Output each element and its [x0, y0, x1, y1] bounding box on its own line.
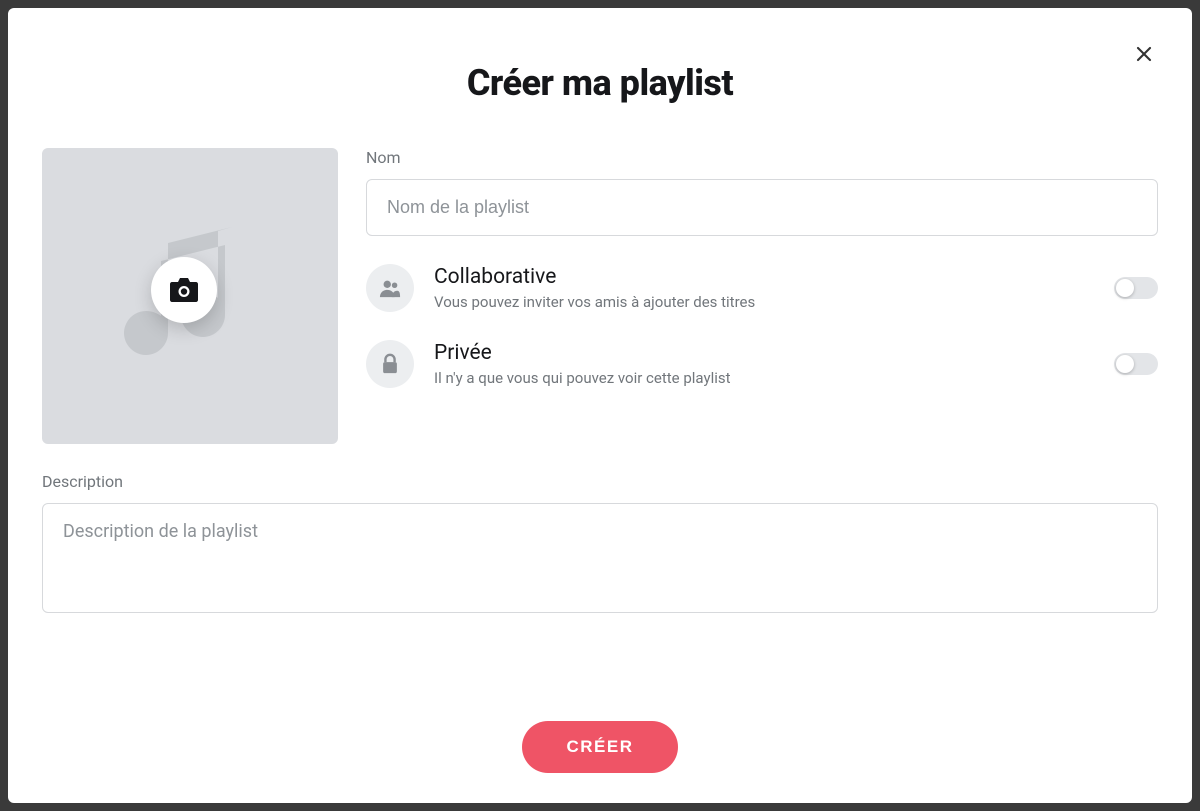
close-icon	[1135, 45, 1153, 63]
private-toggle[interactable]	[1114, 353, 1158, 375]
create-button[interactable]: CRÉER	[522, 721, 677, 773]
private-description: Il n'y a que vous qui pouvez voir cette …	[434, 369, 1114, 387]
private-text: Privée Il n'y a que vous qui pouvez voir…	[434, 341, 1114, 387]
collaborative-text: Collaborative Vous pouvez inviter vos am…	[434, 265, 1114, 311]
cover-upload-area[interactable]	[42, 148, 338, 444]
collaborative-toggle[interactable]	[1114, 277, 1158, 299]
private-title: Privée	[434, 341, 1114, 365]
collaborative-option: Collaborative Vous pouvez inviter vos am…	[366, 264, 1158, 312]
modal-title: Créer ma playlist	[42, 62, 1158, 104]
toggle-knob	[1116, 279, 1134, 297]
people-icon	[366, 264, 414, 312]
name-label: Nom	[366, 148, 1158, 167]
private-option: Privée Il n'y a que vous qui pouvez voir…	[366, 340, 1158, 388]
description-section: Description	[42, 472, 1158, 617]
form-right-column: Nom Collaborative Vous pouvez inviter vo…	[366, 148, 1158, 444]
camera-icon	[170, 278, 198, 302]
toggle-knob	[1116, 355, 1134, 373]
description-label: Description	[42, 472, 1158, 491]
close-button[interactable]	[1130, 40, 1158, 68]
create-playlist-modal: Créer ma playlist Nom	[8, 8, 1192, 803]
collaborative-title: Collaborative	[434, 265, 1114, 289]
modal-footer: CRÉER	[42, 721, 1158, 773]
lock-icon	[366, 340, 414, 388]
playlist-description-input[interactable]	[42, 503, 1158, 613]
collaborative-description: Vous pouvez inviter vos amis à ajouter d…	[434, 293, 1114, 311]
upload-cover-button[interactable]	[151, 257, 217, 323]
mid-row: Nom Collaborative Vous pouvez inviter vo…	[42, 148, 1158, 444]
playlist-name-input[interactable]	[366, 179, 1158, 236]
